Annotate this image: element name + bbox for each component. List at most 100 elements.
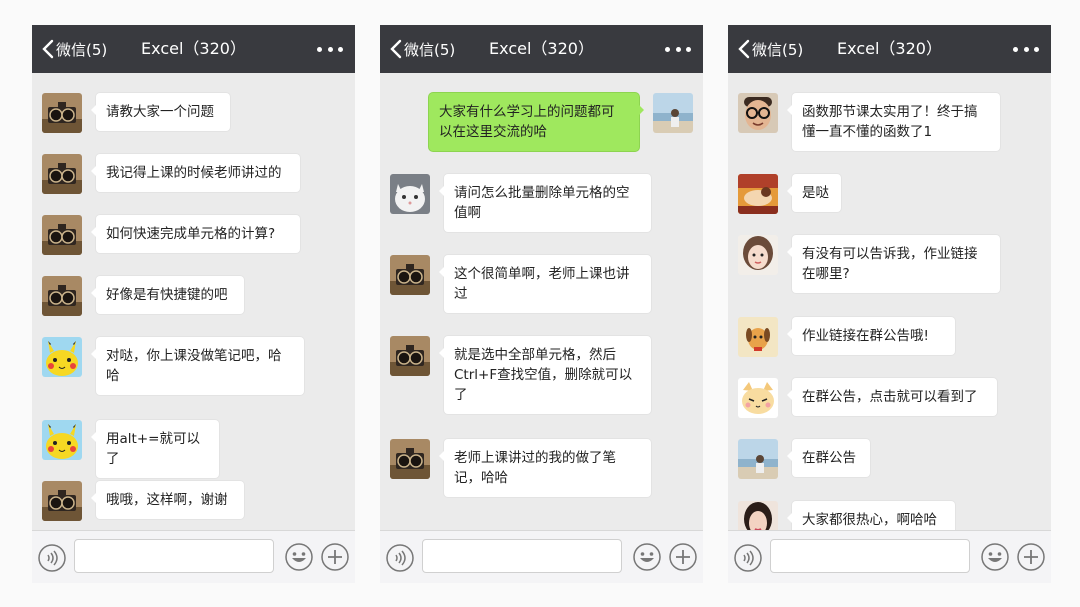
message-bubble[interactable]: 作业链接在群公告哦!	[787, 317, 955, 355]
message-bubble[interactable]: 大家有什么学习上的问题都可 以在这里交流的哈	[429, 93, 644, 151]
back-label: 微信(5)	[56, 40, 108, 59]
message-text-line: 函数那节课太实用了！终于搞	[802, 104, 978, 120]
message-text-line: 请问怎么批量删除单元格的空	[454, 185, 630, 201]
message-bubble[interactable]: 有没有可以告诉我，作业链接 在哪里?	[787, 235, 1000, 293]
back-label: 微信(5)	[752, 40, 804, 59]
message-text-line: 请教大家一个问题	[106, 104, 214, 120]
message-text-line: 我记得上课的时候老师讲过的	[106, 165, 282, 181]
avatar[interactable]	[42, 154, 82, 194]
plus-icon[interactable]	[668, 542, 698, 572]
back-button[interactable]: 微信(5)	[390, 25, 455, 73]
message-bubble[interactable]: 大家都很热心，啊哈哈	[787, 501, 955, 531]
message-text-line: 大家都很热心，啊哈哈	[802, 512, 937, 528]
message-list: 大家有什么学习上的问题都可 以在这里交流的哈 请问怎么批量删除单元格的空 值啊 这个很简…	[380, 73, 703, 531]
message-text-line: 哈	[106, 368, 120, 384]
chat-header: 微信(5) Excel（320）	[32, 25, 355, 73]
voice-icon[interactable]	[37, 543, 67, 573]
message-text-line: 值啊	[454, 205, 481, 221]
emoji-icon[interactable]	[980, 542, 1010, 572]
back-button[interactable]: 微信(5)	[42, 25, 107, 73]
message-text-line: 是哒	[802, 185, 829, 201]
message-text-line: 作业链接在群公告哦!	[802, 328, 929, 344]
avatar[interactable]	[738, 93, 778, 133]
more-options-icon[interactable]	[1013, 25, 1039, 73]
avatar[interactable]	[42, 276, 82, 316]
message-bubble[interactable]: 请教大家一个问题	[91, 93, 230, 131]
message-text-line: 大家有什么学习上的问题都可	[439, 104, 615, 120]
message-text-line: Ctrl+F查找空值，删除就可以	[454, 367, 633, 383]
message-bubble[interactable]: 哦哦，这样啊，谢谢	[91, 481, 244, 519]
avatar[interactable]	[42, 215, 82, 255]
more-options-icon[interactable]	[317, 25, 343, 73]
back-button[interactable]: 微信(5)	[738, 25, 803, 73]
voice-icon[interactable]	[733, 543, 763, 573]
message-bubble[interactable]: 我记得上课的时候老师讲过的	[91, 154, 300, 192]
input-bar	[380, 530, 703, 583]
avatar[interactable]	[738, 378, 778, 418]
avatar[interactable]	[653, 93, 693, 133]
message-bubble[interactable]: 对哒，你上课没做笔记吧，哈哈	[91, 337, 304, 395]
message-text-line: 在哪里?	[802, 266, 850, 282]
input-bar	[728, 530, 1051, 583]
message-text-line: 用alt+=就可以了	[106, 431, 200, 467]
avatar[interactable]	[738, 317, 778, 357]
avatar[interactable]	[390, 336, 430, 376]
message-input[interactable]	[422, 539, 622, 573]
message-bubble[interactable]: 在群公告	[787, 439, 870, 477]
message-bubble[interactable]: 是哒	[787, 174, 841, 212]
message-text-line: 这个很简单啊，老师上课也讲	[454, 266, 630, 282]
avatar[interactable]	[42, 481, 82, 521]
message-text-line: 在群公告，点击就可以看到了	[802, 389, 978, 405]
message-text-line: 过	[454, 286, 468, 302]
message-text-line: 记，哈哈	[454, 470, 508, 486]
message-bubble[interactable]: 就是选中全部单元格，然后 Ctrl+F查找空值，删除就可以了	[439, 336, 651, 414]
avatar[interactable]	[738, 439, 778, 479]
message-bubble[interactable]: 请问怎么批量删除单元格的空 值啊	[439, 174, 651, 232]
message-text-line: 有没有可以告诉我，作业链接	[802, 246, 978, 262]
more-options-icon[interactable]	[665, 25, 691, 73]
avatar[interactable]	[42, 337, 82, 377]
avatar[interactable]	[390, 174, 430, 214]
message-bubble[interactable]: 如何快速完成单元格的计算?	[91, 215, 300, 253]
emoji-icon[interactable]	[284, 542, 314, 572]
chat-header: 微信(5) Excel（320）	[728, 25, 1051, 73]
chat-panel: 微信(5) Excel（320） 大家有什么学习上的问题都可 以在这里交流的哈请问…	[380, 25, 703, 583]
chat-panel: 微信(5) Excel（320） 请教大家一个问题我记得上课的时候老师讲过的如何…	[32, 25, 355, 583]
avatar[interactable]	[738, 501, 778, 531]
message-list: 函数那节课太实用了！终于搞 懂一直不懂的函数了1 是哒有没有可以告诉我，作业链接 在哪…	[728, 73, 1051, 531]
message-list: 请教大家一个问题我记得上课的时候老师讲过的如何快速完成单元格的计算? 好像是有快捷…	[32, 73, 355, 531]
chat-header: 微信(5) Excel（320）	[380, 25, 703, 73]
chevron-left-icon	[390, 39, 402, 59]
input-bar	[32, 530, 355, 583]
message-text-line: 好像是有快捷键的吧	[106, 287, 228, 303]
message-text-line: 对哒，你上课没做笔记吧，哈	[106, 348, 282, 364]
plus-icon[interactable]	[1016, 542, 1046, 572]
message-text-line: 哦哦，这样啊，谢谢	[106, 492, 228, 508]
chevron-left-icon	[738, 39, 750, 59]
message-text-line: 懂一直不懂的函数了1	[802, 124, 933, 140]
avatar[interactable]	[42, 93, 82, 133]
message-bubble[interactable]: 好像是有快捷键的吧	[91, 276, 244, 314]
plus-icon[interactable]	[320, 542, 350, 572]
message-bubble[interactable]: 函数那节课太实用了！终于搞 懂一直不懂的函数了1	[787, 93, 1000, 151]
avatar[interactable]	[738, 174, 778, 214]
message-input[interactable]	[770, 539, 970, 573]
avatar[interactable]	[390, 439, 430, 479]
avatar[interactable]	[738, 235, 778, 275]
message-input[interactable]	[74, 539, 274, 573]
avatar[interactable]	[42, 420, 82, 460]
message-bubble[interactable]: 用alt+=就可以了	[91, 420, 219, 478]
message-text-line: 在群公告	[802, 450, 856, 466]
message-bubble[interactable]: 在群公告，点击就可以看到了	[787, 378, 997, 416]
message-text-line: 老师上课讲过的我的做了笔	[454, 450, 616, 466]
chat-panel: 微信(5) Excel（320） 函数那节课太实用了！终于搞 懂一直不懂的函数了1…	[728, 25, 1051, 583]
message-bubble[interactable]: 这个很简单啊，老师上课也讲过	[439, 255, 651, 313]
voice-icon[interactable]	[385, 543, 415, 573]
avatar[interactable]	[390, 255, 430, 295]
chevron-left-icon	[42, 39, 54, 59]
message-bubble[interactable]: 老师上课讲过的我的做了笔 记，哈哈	[439, 439, 651, 497]
message-text-line: 了	[454, 387, 468, 403]
message-text-line: 就是选中全部单元格，然后	[454, 347, 616, 363]
emoji-icon[interactable]	[632, 542, 662, 572]
message-text-line: 以在这里交流的哈	[439, 124, 547, 140]
